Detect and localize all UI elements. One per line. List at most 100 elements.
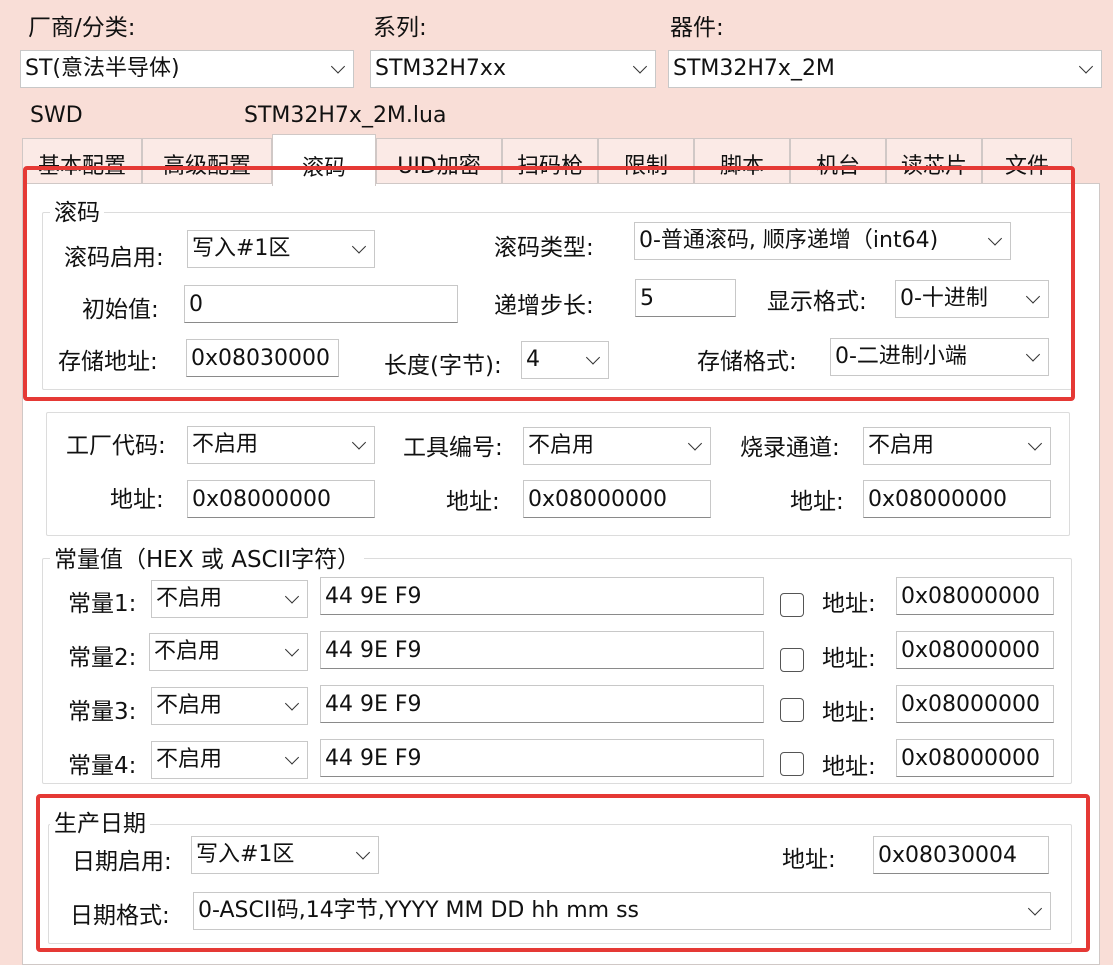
factory-address-input[interactable]: 0x08000000 xyxy=(187,480,375,518)
constant-3-mode-select[interactable]: 不启用 xyxy=(151,687,308,725)
factory-code-value: 不启用 xyxy=(192,432,259,457)
length-select[interactable]: 4 xyxy=(521,341,609,379)
initial-value-label: 初始值: xyxy=(82,297,159,323)
constant-1-address-input[interactable]: 0x08000000 xyxy=(896,577,1054,615)
step-label: 递增步长: xyxy=(494,293,594,319)
chevron-down-icon xyxy=(351,239,367,254)
tab-rolling-code[interactable]: 滚码 xyxy=(272,134,376,186)
constant-1-checkbox[interactable] xyxy=(780,593,804,617)
constant-4-address-input[interactable]: 0x08000000 xyxy=(896,739,1054,777)
display-format-value: 0-十进制 xyxy=(900,286,988,311)
chevron-down-icon xyxy=(284,696,300,711)
constant-3-address-input[interactable]: 0x08000000 xyxy=(896,685,1054,723)
production-date-group-title: 生产日期 xyxy=(50,810,150,838)
initial-value-input[interactable]: 0 xyxy=(184,285,458,323)
chevron-down-icon xyxy=(1025,289,1041,304)
storage-address-input[interactable]: 0x08030000 xyxy=(186,339,339,377)
device-select[interactable]: STM32H7x_2M xyxy=(668,50,1102,88)
constant-1-label: 常量1: xyxy=(68,591,137,617)
protocol-text: SWD xyxy=(30,103,83,128)
chevron-down-icon xyxy=(351,435,367,450)
rolling-enable-select[interactable]: 写入#1区 xyxy=(187,230,375,268)
series-label: 系列: xyxy=(373,15,427,41)
chevron-down-icon xyxy=(284,750,300,765)
rolling-enable-label: 滚码启用: xyxy=(64,245,164,271)
tool-number-value: 不启用 xyxy=(528,433,595,458)
chevron-down-icon xyxy=(585,350,601,365)
tab-uid-encrypt[interactable]: UID加密 xyxy=(376,138,502,184)
device-select-value: STM32H7x_2M xyxy=(673,56,835,81)
series-select[interactable]: STM32H7xx xyxy=(370,50,656,88)
constant-4-mode-value: 不启用 xyxy=(156,747,223,772)
length-value: 4 xyxy=(526,347,540,372)
channel-address-label: 地址: xyxy=(790,489,844,515)
tab-advanced-config[interactable]: 高级配置 xyxy=(142,138,272,184)
length-label: 长度(字节): xyxy=(384,353,502,379)
constant-3-checkbox[interactable] xyxy=(780,698,804,722)
display-format-label: 显示格式: xyxy=(767,289,867,315)
chevron-down-icon xyxy=(1078,59,1094,74)
vendor-label: 厂商/分类: xyxy=(28,15,136,41)
chevron-down-icon xyxy=(987,231,1003,246)
constant-3-label: 常量3: xyxy=(68,699,137,725)
script-file-text: STM32H7x_2M.lua xyxy=(244,103,447,128)
tab-script[interactable]: 脚本 xyxy=(694,138,790,184)
tab-limits[interactable]: 限制 xyxy=(598,138,694,184)
chevron-down-icon xyxy=(330,59,346,74)
constant-2-mode-select[interactable]: 不启用 xyxy=(149,633,308,671)
constant-3-value-input[interactable]: 44 9E F9 xyxy=(320,685,764,723)
step-input[interactable]: 5 xyxy=(635,279,736,317)
tab-machine[interactable]: 机台 xyxy=(790,138,886,184)
chevron-down-icon xyxy=(284,589,300,604)
constant-2-mode-value: 不启用 xyxy=(154,639,221,664)
storage-format-label: 存储格式: xyxy=(697,349,797,375)
rolling-type-value: 0-普通滚码, 顺序递增（int64) xyxy=(639,228,939,253)
constant-2-label: 常量2: xyxy=(68,645,137,671)
burn-channel-select[interactable]: 不启用 xyxy=(863,427,1051,465)
channel-address-input[interactable]: 0x08000000 xyxy=(863,480,1051,518)
chevron-down-icon xyxy=(284,642,300,657)
date-address-input[interactable]: 0x08030004 xyxy=(873,836,1049,874)
factory-code-select[interactable]: 不启用 xyxy=(187,426,375,464)
tool-number-select[interactable]: 不启用 xyxy=(523,427,711,465)
date-format-value: 0-ASCII码,14字节,YYYY MM DD hh mm ss xyxy=(198,898,640,923)
date-enable-label: 日期启用: xyxy=(72,849,172,875)
burn-channel-value: 不启用 xyxy=(868,433,935,458)
constant-2-value-input[interactable]: 44 9E F9 xyxy=(320,631,764,669)
constant-4-label: 常量4: xyxy=(68,753,137,779)
date-address-label: 地址: xyxy=(782,847,836,873)
tool-address-input[interactable]: 0x08000000 xyxy=(523,480,711,518)
constant-2-address-input[interactable]: 0x08000000 xyxy=(896,631,1054,669)
constant-2-checkbox[interactable] xyxy=(780,648,804,672)
constant-4-checkbox[interactable] xyxy=(780,752,804,776)
storage-format-value: 0-二进制小端 xyxy=(835,344,967,369)
tab-basic-config[interactable]: 基本配置 xyxy=(22,138,142,184)
constant-1-mode-select[interactable]: 不启用 xyxy=(151,580,308,618)
tab-read-chip[interactable]: 读芯片 xyxy=(886,138,982,184)
constant-4-mode-select[interactable]: 不启用 xyxy=(151,741,308,779)
chevron-down-icon xyxy=(1027,436,1043,451)
constant-3-mode-value: 不启用 xyxy=(156,693,223,718)
series-select-value: STM32H7xx xyxy=(375,56,506,81)
constant-2-address-label: 地址: xyxy=(822,646,876,672)
constant-3-address-label: 地址: xyxy=(822,700,876,726)
constant-4-value-input[interactable]: 44 9E F9 xyxy=(320,739,764,777)
constant-4-address-label: 地址: xyxy=(822,754,876,780)
vendor-select[interactable]: ST(意法半导体) xyxy=(20,50,354,88)
date-format-select[interactable]: 0-ASCII码,14字节,YYYY MM DD hh mm ss xyxy=(193,892,1051,930)
tool-address-label: 地址: xyxy=(446,489,500,515)
constant-1-address-label: 地址: xyxy=(822,591,876,617)
chevron-down-icon xyxy=(687,436,703,451)
burn-channel-label: 烧录通道: xyxy=(740,435,840,461)
date-enable-value: 写入#1区 xyxy=(196,842,295,867)
factory-address-label: 地址: xyxy=(110,487,164,513)
tab-barcode-scanner[interactable]: 扫码枪 xyxy=(502,138,598,184)
date-enable-select[interactable]: 写入#1区 xyxy=(191,836,379,874)
constant-1-value-input[interactable]: 44 9E F9 xyxy=(320,577,764,615)
rolling-enable-value: 写入#1区 xyxy=(192,236,291,261)
tab-file[interactable]: 文件 xyxy=(982,138,1072,184)
storage-format-select[interactable]: 0-二进制小端 xyxy=(830,338,1049,376)
display-format-select[interactable]: 0-十进制 xyxy=(895,280,1049,318)
constants-group-title: 常量值（HEX 或 ASCII字符） xyxy=(50,546,365,574)
rolling-type-select[interactable]: 0-普通滚码, 顺序递增（int64) xyxy=(634,222,1011,260)
